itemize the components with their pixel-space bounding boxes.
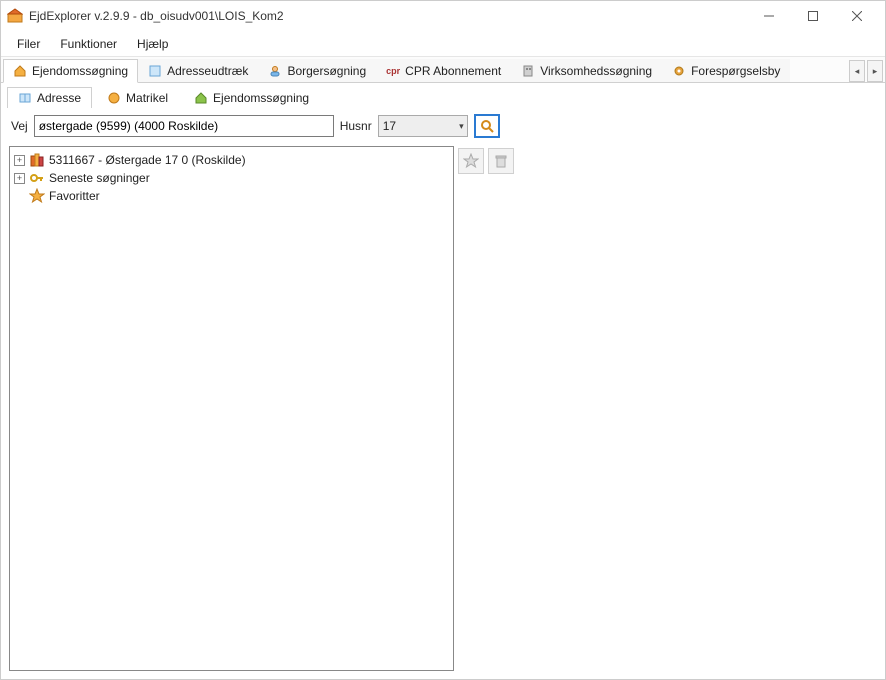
titlebar: EjdExplorer v.2.9.9 - db_oisudv001\LOIS_… bbox=[1, 1, 885, 31]
app-icon bbox=[7, 8, 23, 24]
tree-item-label: Favoritter bbox=[49, 189, 100, 203]
maximize-button[interactable] bbox=[791, 2, 835, 30]
vej-input[interactable] bbox=[34, 115, 334, 137]
globe-icon bbox=[107, 91, 121, 105]
building-icon bbox=[521, 64, 535, 78]
tab-virksomhedssoegning[interactable]: Virksomhedssøgning bbox=[511, 59, 662, 82]
tab-cpr-abonnement[interactable]: cpr CPR Abonnement bbox=[376, 59, 511, 82]
menu-filer[interactable]: Filer bbox=[7, 33, 50, 55]
tab-label: Adresseudtræk bbox=[167, 64, 248, 78]
window-controls bbox=[747, 2, 879, 30]
star-outline-icon bbox=[463, 153, 479, 169]
app-window: EjdExplorer v.2.9.9 - db_oisudv001\LOIS_… bbox=[0, 0, 886, 680]
tree-item-label: 5311667 - Østergade 17 0 (Roskilde) bbox=[49, 153, 246, 167]
menu-funktioner[interactable]: Funktioner bbox=[50, 33, 127, 55]
menu-hjaelp[interactable]: Hjælp bbox=[127, 33, 178, 55]
trash-icon bbox=[493, 153, 509, 169]
magnifier-icon bbox=[480, 119, 494, 133]
tab-borgersoegning[interactable]: Borgersøgning bbox=[258, 59, 376, 82]
house-search-icon bbox=[194, 91, 208, 105]
search-button[interactable] bbox=[474, 114, 500, 138]
tab-forespoergselsbygger[interactable]: Forespørgselsby bbox=[662, 59, 790, 82]
subtab-label: Adresse bbox=[37, 91, 81, 105]
tab-label: CPR Abonnement bbox=[405, 64, 501, 78]
expand-icon[interactable]: + bbox=[14, 155, 25, 166]
tab-scroll-right[interactable]: ▸ bbox=[867, 60, 883, 82]
tab-label: Virksomhedssøgning bbox=[540, 64, 652, 78]
husnr-value: 17 bbox=[383, 119, 396, 133]
tab-ejendomssoegning[interactable]: Ejendomssøgning bbox=[3, 59, 138, 83]
cpr-icon: cpr bbox=[386, 64, 400, 78]
window-title: EjdExplorer v.2.9.9 - db_oisudv001\LOIS_… bbox=[29, 9, 747, 23]
document-icon bbox=[148, 64, 162, 78]
books-icon bbox=[29, 152, 45, 168]
gear-icon bbox=[672, 64, 686, 78]
tab-label: Borgersøgning bbox=[287, 64, 366, 78]
detail-panel bbox=[456, 146, 877, 671]
result-tree[interactable]: + 5311667 - Østergade 17 0 (Roskilde) + … bbox=[9, 146, 454, 671]
subtab-adresse[interactable]: Adresse bbox=[7, 87, 92, 108]
expand-spacer bbox=[14, 191, 25, 202]
search-bar: Vej Husnr 17 ▾ bbox=[1, 108, 885, 144]
vej-label: Vej bbox=[11, 119, 28, 133]
detail-toolbar bbox=[458, 148, 875, 174]
main-tab-bar: Ejendomssøgning Adresseudtræk Borgersøgn… bbox=[1, 57, 885, 83]
book-icon bbox=[18, 91, 32, 105]
husnr-label: Husnr bbox=[340, 119, 372, 133]
tab-scroll-left[interactable]: ◂ bbox=[849, 60, 865, 82]
close-button[interactable] bbox=[835, 2, 879, 30]
menubar: Filer Funktioner Hjælp bbox=[1, 31, 885, 57]
star-icon bbox=[29, 188, 45, 204]
subtab-matrikel[interactable]: Matrikel bbox=[96, 87, 179, 108]
expand-icon[interactable]: + bbox=[14, 173, 25, 184]
tab-label: Forespørgselsby bbox=[691, 64, 780, 78]
house-icon bbox=[13, 64, 27, 78]
subtab-ejendomssoegning[interactable]: Ejendomssøgning bbox=[183, 87, 320, 108]
subtab-label: Ejendomssøgning bbox=[213, 91, 309, 105]
person-icon bbox=[268, 64, 282, 78]
key-icon bbox=[29, 170, 45, 186]
trash-button[interactable] bbox=[488, 148, 514, 174]
husnr-combo[interactable]: 17 ▾ bbox=[378, 115, 468, 137]
content-area: + 5311667 - Østergade 17 0 (Roskilde) + … bbox=[1, 144, 885, 679]
tab-label: Ejendomssøgning bbox=[32, 64, 128, 78]
chevron-down-icon: ▾ bbox=[459, 121, 464, 132]
tree-result-item[interactable]: + 5311667 - Østergade 17 0 (Roskilde) bbox=[14, 151, 449, 169]
tree-favoritter-item[interactable]: Favoritter bbox=[14, 187, 449, 205]
subtab-label: Matrikel bbox=[126, 91, 168, 105]
tree-item-label: Seneste søgninger bbox=[49, 171, 150, 185]
sub-tab-bar: Adresse Matrikel Ejendomssøgning bbox=[1, 83, 885, 108]
favorite-button[interactable] bbox=[458, 148, 484, 174]
minimize-button[interactable] bbox=[747, 2, 791, 30]
tab-adresseudtraek[interactable]: Adresseudtræk bbox=[138, 59, 258, 82]
tree-seneste-item[interactable]: + Seneste søgninger bbox=[14, 169, 449, 187]
